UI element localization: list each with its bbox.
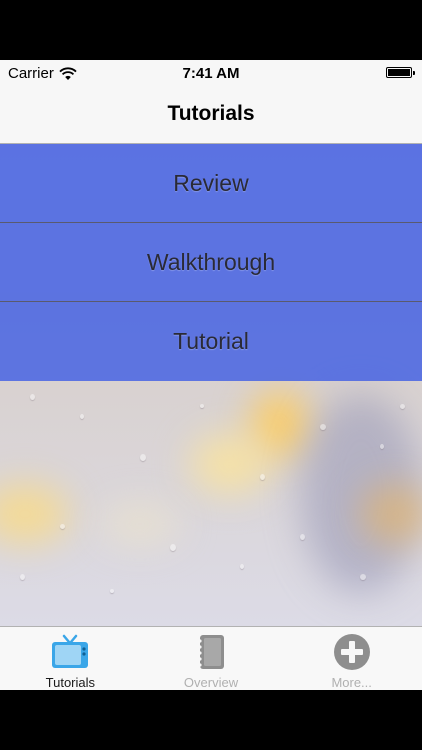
navigation-bar: Tutorials — [0, 86, 422, 144]
status-time: 7:41 AM — [182, 65, 240, 82]
tv-icon — [50, 633, 90, 671]
status-bar: Carrier 7:41 AM — [0, 60, 422, 86]
menu-item-label: Review — [173, 169, 249, 196]
battery-icon — [386, 67, 415, 78]
device-frame: Carrier 7:41 AM Tutorials Review Walkthr… — [0, 0, 422, 750]
menu-item-tutorial[interactable]: Tutorial — [0, 302, 422, 381]
app-screen: Carrier 7:41 AM Tutorials Review Walkthr… — [0, 60, 422, 690]
menu-item-review[interactable]: Review — [0, 144, 422, 223]
tab-more[interactable]: More... — [281, 627, 422, 690]
battery-level — [388, 69, 410, 76]
tab-label: Overview — [183, 675, 239, 690]
tutorial-menu: Review Walkthrough Tutorial — [0, 144, 422, 381]
page-title: Tutorials — [167, 102, 255, 125]
tab-bar: Tutorials Overview More... — [0, 626, 422, 690]
tab-overview[interactable]: Overview — [141, 627, 282, 690]
menu-item-label: Tutorial — [173, 328, 249, 354]
menu-item-label: Walkthrough — [146, 248, 276, 275]
tab-tutorials[interactable]: Tutorials — [0, 627, 141, 690]
tab-label: More... — [331, 675, 372, 690]
content-area: Review Walkthrough Tutorial — [0, 144, 422, 626]
menu-item-walkthrough[interactable]: Walkthrough — [0, 223, 422, 302]
notebook-icon — [191, 633, 231, 671]
plus-circle-icon — [332, 633, 372, 671]
tab-label: Tutorials — [45, 675, 96, 690]
